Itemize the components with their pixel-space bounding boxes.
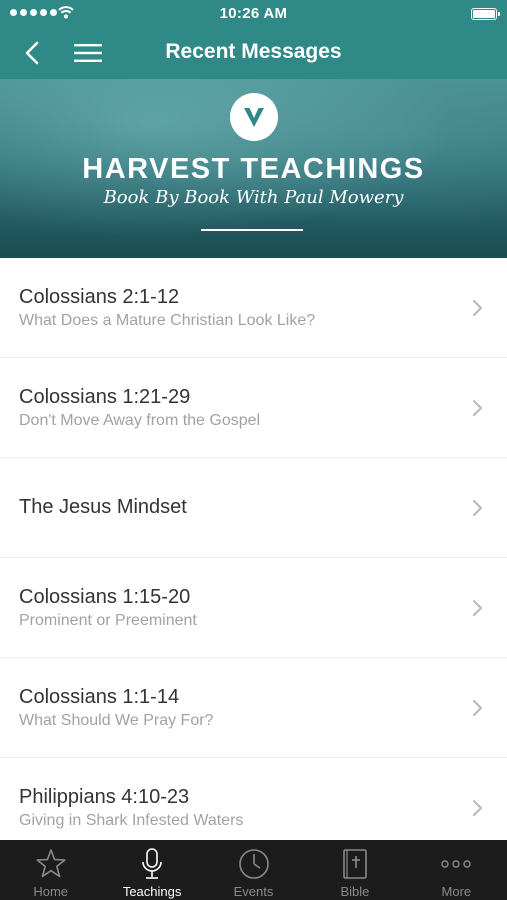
message-title: Colossians 1:1-14 [19, 686, 180, 708]
message-subtitle: Prominent or Preeminent [19, 612, 197, 629]
message-title: The Jesus Mindset [19, 496, 187, 518]
message-title: Colossians 1:21-29 [19, 386, 191, 408]
tab-events[interactable]: Events [203, 840, 304, 900]
chevron-right-icon [473, 600, 482, 616]
more-dots-icon [441, 860, 472, 868]
banner-divider [201, 229, 303, 231]
tab-label: Bible [340, 884, 370, 899]
battery-icon [471, 8, 500, 20]
message-row[interactable]: Colossians 1:15-20 Prominent or Preemine… [0, 558, 507, 658]
message-title: Philippians 4:10-23 [19, 786, 190, 808]
bible-icon [343, 849, 367, 879]
banner-subtitle: Book By Book With Paul Mowery [103, 187, 404, 208]
tab-label: More [441, 884, 472, 899]
status-time: 10:26 AM [219, 5, 288, 22]
chevron-right-icon [473, 700, 482, 716]
clock-icon [238, 849, 269, 879]
tab-home[interactable]: Home [0, 840, 101, 900]
message-subtitle: Don't Move Away from the Gospel [19, 412, 261, 429]
tab-label: Home [33, 884, 69, 899]
status-bar: 10:26 AM [0, 0, 507, 27]
banner-title: HARVEST TEACHINGS [82, 153, 425, 185]
message-subtitle: Giving in Shark Infested Waters [19, 812, 244, 829]
message-row[interactable]: The Jesus Mindset [0, 458, 507, 558]
message-row[interactable]: Colossians 1:21-29 Don't Move Away from … [0, 358, 507, 458]
message-title: Colossians 2:1-12 [19, 286, 180, 308]
message-title: Colossians 1:15-20 [19, 586, 191, 608]
chevron-right-icon [473, 500, 482, 516]
tab-more[interactable]: More [406, 840, 507, 900]
tab-bible[interactable]: Bible [304, 840, 405, 900]
message-subtitle: What Does a Mature Christian Look Like? [19, 312, 316, 329]
message-row[interactable]: Philippians 4:10-23 Giving in Shark Infe… [0, 758, 507, 840]
tab-teachings[interactable]: Teachings [101, 840, 202, 900]
star-icon [36, 849, 66, 878]
tab-label: Teachings [122, 884, 182, 899]
message-row[interactable]: Colossians 1:1-14 What Should We Pray Fo… [0, 658, 507, 758]
chevron-right-icon [473, 300, 482, 316]
page-title: Recent Messages [165, 40, 342, 63]
harvest-logo-icon [230, 93, 278, 141]
tab-label: Events [233, 884, 274, 899]
microphone-icon [142, 848, 162, 879]
message-row[interactable]: Colossians 2:1-12 What Does a Mature Chr… [0, 258, 507, 358]
chevron-right-icon [473, 400, 482, 416]
chevron-right-icon [473, 800, 482, 816]
tab-bar: Home Teachings Events Bible More [0, 840, 507, 900]
message-list: Colossians 2:1-12 What Does a Mature Chr… [0, 258, 507, 840]
nav-bar: Recent Messages [0, 27, 507, 79]
message-subtitle: What Should We Pray For? [19, 712, 214, 729]
series-banner: HARVEST TEACHINGS Book By Book With Paul… [0, 79, 507, 258]
